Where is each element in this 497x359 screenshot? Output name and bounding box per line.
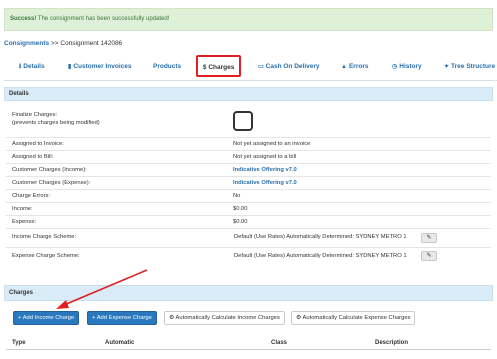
table-header-divider: [6, 349, 491, 350]
annotation-arrow: [56, 269, 148, 309]
arrow-shaft: [63, 269, 148, 306]
arrow-head: [56, 300, 69, 309]
column-header-type[interactable]: Type: [12, 340, 26, 346]
column-header-class[interactable]: Class: [271, 340, 287, 346]
column-header-description[interactable]: Description: [375, 340, 408, 346]
column-header-automatic[interactable]: Automatic: [105, 340, 134, 346]
